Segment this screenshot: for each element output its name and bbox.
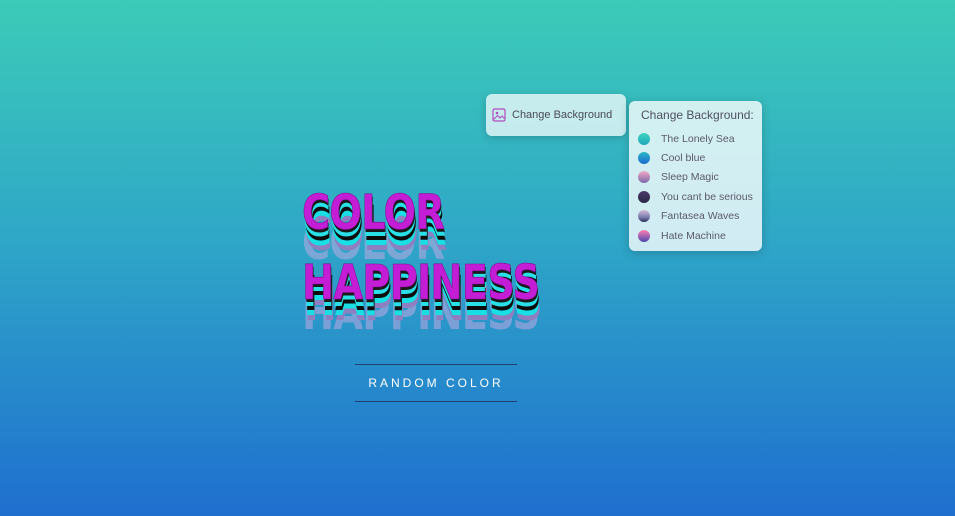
option-label: Hate Machine — [661, 229, 726, 242]
color-swatch — [638, 132, 650, 145]
option-label: You cant be serious — [661, 190, 753, 203]
option-label: Fantasea Waves — [661, 210, 740, 223]
color-swatch — [638, 229, 650, 242]
background-option-the-lonely-sea[interactable]: The Lonely Sea — [638, 129, 754, 148]
background-option-cool-blue[interactable]: Cool blue — [638, 148, 754, 167]
option-label: The Lonely Sea — [661, 132, 735, 145]
color-swatch — [638, 190, 650, 203]
change-background-button[interactable]: Change Background — [486, 94, 626, 136]
headline-text: HAPPINESS — [302, 255, 540, 311]
option-label: Cool blue — [661, 152, 706, 165]
panel-title: Change Background: — [641, 108, 754, 122]
background-option-fantasea-waves[interactable]: Fantasea Waves — [638, 207, 754, 226]
background-options-panel: Change Background: The Lonely Sea Cool b… — [629, 101, 762, 251]
background-option-sleep-magic[interactable]: Sleep Magic — [638, 168, 754, 187]
headline-text: COLOR — [302, 185, 445, 241]
headline: COLOR COLOR COLOR COLOR COLOR COLOR COLO… — [302, 188, 622, 348]
random-color-button[interactable]: RANDOM COLOR — [355, 364, 517, 402]
color-swatch — [638, 171, 650, 184]
color-swatch — [638, 152, 650, 165]
background-option-hate-machine[interactable]: Hate Machine — [638, 226, 754, 245]
image-icon — [492, 108, 506, 122]
color-swatch — [638, 210, 650, 223]
option-label: Sleep Magic — [661, 171, 719, 184]
change-background-label: Change Background — [512, 109, 613, 121]
background-option-you-cant-be-serious[interactable]: You cant be serious — [638, 187, 754, 206]
